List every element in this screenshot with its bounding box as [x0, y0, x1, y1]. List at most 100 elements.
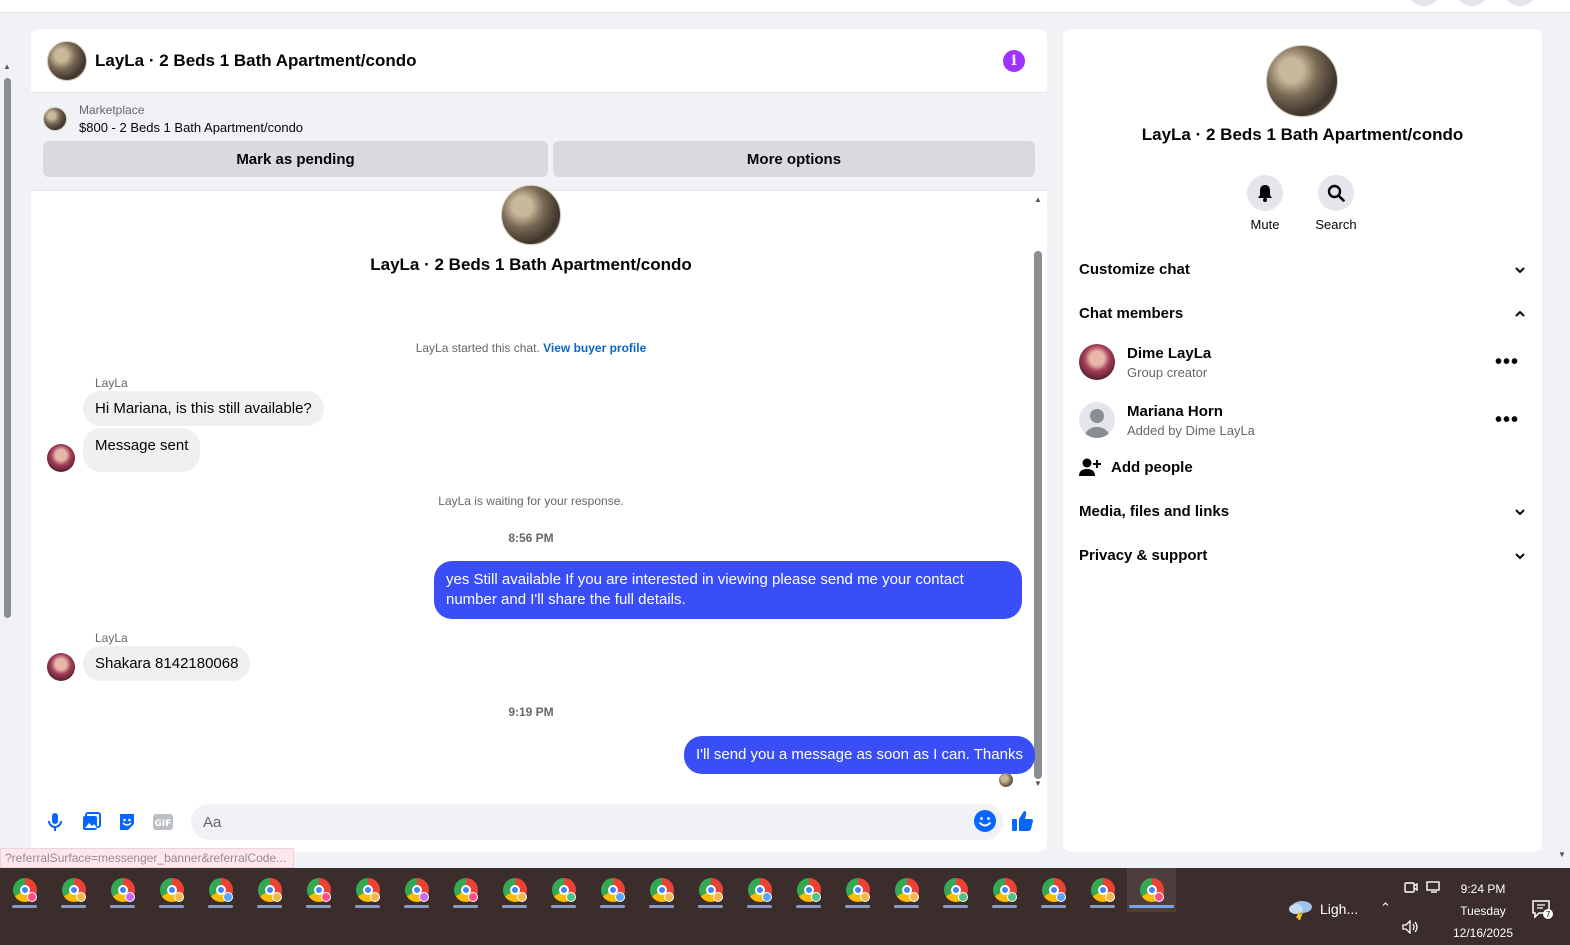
taskbar-chrome-window[interactable]: [980, 868, 1029, 912]
thumbs-up-icon[interactable]: [1011, 809, 1037, 835]
profile-badge-icon: [125, 892, 135, 902]
mark-pending-button[interactable]: Mark as pending: [43, 141, 548, 177]
taskbar-chrome-window[interactable]: [931, 868, 980, 912]
notification-icon[interactable]: 7: [1532, 900, 1554, 919]
chat-panel: LayLa · 2 Beds 1 Bath Apartment/condo i …: [31, 29, 1047, 852]
member-avatar: [1079, 344, 1115, 380]
taskbar: Ligh... ⌃ 9:24 PM Tuesday 12/16/2025 7: [0, 868, 1570, 945]
taskbar-chrome-window[interactable]: [147, 868, 196, 912]
customize-chat-section[interactable]: Customize chat: [1079, 261, 1527, 278]
member-role: Added by Dime LayLa: [1127, 422, 1255, 438]
search-icon[interactable]: [1318, 175, 1354, 211]
more-icon[interactable]: •••: [1495, 351, 1519, 374]
microphone-icon[interactable]: [43, 810, 67, 834]
incoming-message[interactable]: Hi Mariana, is this still available?: [83, 391, 324, 426]
conversation-avatar[interactable]: [501, 185, 561, 245]
top-button-icon[interactable]: [1458, 0, 1486, 6]
taskbar-chrome-window[interactable]: [245, 868, 294, 912]
running-indicator: [257, 905, 282, 908]
listing-thumbnail[interactable]: [47, 40, 87, 81]
add-people-button[interactable]: Add people: [1079, 457, 1193, 477]
mute-button[interactable]: Mute: [1235, 175, 1295, 232]
scroll-down-icon[interactable]: ▼: [1034, 779, 1042, 788]
network-icon[interactable]: [1426, 880, 1442, 897]
media-section[interactable]: Media, files and links: [1079, 503, 1527, 520]
profile-badge-icon: [174, 892, 184, 902]
timestamp: 8:56 PM: [508, 531, 554, 545]
sender-avatar[interactable]: [47, 444, 75, 472]
member-row[interactable]: Dime LayLa Group creator •••: [1079, 344, 1527, 380]
member-row[interactable]: Mariana Horn Added by Dime LayLa •••: [1079, 402, 1527, 438]
taskbar-chrome-window[interactable]: [1029, 868, 1078, 912]
bell-icon[interactable]: [1247, 175, 1283, 211]
profile-badge-icon: [1007, 892, 1017, 902]
scroll-thumb[interactable]: [1034, 251, 1042, 779]
member-name: Mariana Horn: [1127, 402, 1223, 420]
incoming-message[interactable]: Shakara 8142180068: [83, 646, 251, 681]
taskbar-chrome-window[interactable]: [490, 868, 539, 912]
marketplace-item: $800 - 2 Beds 1 Bath Apartment/condo: [79, 120, 304, 135]
top-button-icon[interactable]: [1410, 0, 1438, 6]
marketplace-listing[interactable]: Marketplace $800 - 2 Beds 1 Bath Apartme…: [43, 103, 1035, 135]
message-thread: ▲ ▼ LayLa · 2 Beds 1 Bath Apartment/cond…: [31, 185, 1047, 797]
outgoing-message[interactable]: I'll send you a message as soon as I can…: [684, 736, 1035, 774]
outgoing-message[interactable]: yes Still available If you are intereste…: [434, 561, 1022, 619]
taskbar-chrome-window[interactable]: [196, 868, 245, 912]
media-label: Media, files and links: [1079, 503, 1230, 520]
taskbar-chrome-window[interactable]: [343, 868, 392, 912]
marketplace-label: Marketplace: [79, 103, 145, 117]
meet-icon[interactable]: [1404, 880, 1418, 897]
gif-icon[interactable]: GIF: [151, 810, 175, 834]
info-icon[interactable]: i: [1003, 49, 1025, 72]
taskbar-chrome-window[interactable]: [882, 868, 931, 912]
details-avatar[interactable]: [1266, 45, 1338, 117]
taskbar-chrome-window[interactable]: [539, 868, 588, 912]
timestamp: 9:19 PM: [508, 705, 554, 719]
taskbar-chrome-window[interactable]: [1127, 868, 1176, 912]
more-options-button[interactable]: More options: [553, 141, 1035, 177]
account-avatar[interactable]: [1506, 0, 1534, 6]
scroll-down-icon[interactable]: ▼: [1558, 850, 1566, 859]
default-avatar-icon: [1079, 402, 1115, 438]
more-icon[interactable]: •••: [1495, 409, 1519, 432]
scroll-up-icon[interactable]: ▲: [1034, 195, 1042, 204]
taskbar-chrome-window[interactable]: [1078, 868, 1127, 912]
taskbar-chrome-window[interactable]: [49, 868, 98, 912]
customize-chat-label: Customize chat: [1079, 261, 1190, 278]
emoji-icon[interactable]: [973, 809, 997, 833]
page-scrollbar[interactable]: ▲: [2, 62, 12, 622]
taskbar-chrome-window[interactable]: [637, 868, 686, 912]
message-input[interactable]: [191, 804, 1003, 840]
conversation-name: LayLa · 2 Beds 1 Bath Apartment/condo: [370, 255, 692, 274]
privacy-section[interactable]: Privacy & support: [1079, 547, 1527, 564]
volume-icon[interactable]: [1402, 919, 1420, 937]
chat-title[interactable]: LayLa · 2 Beds 1 Bath Apartment/condo: [95, 51, 416, 71]
system-clock[interactable]: 9:24 PM Tuesday 12/16/2025: [1446, 878, 1520, 944]
taskbar-chrome-window[interactable]: [784, 868, 833, 912]
sticker-icon[interactable]: [115, 810, 139, 834]
scroll-thumb[interactable]: [4, 78, 11, 618]
chevron-up-icon[interactable]: ⌃: [1380, 900, 1391, 916]
taskbar-chrome-window[interactable]: [686, 868, 735, 912]
thread-scrollbar[interactable]: ▲ ▼: [1033, 195, 1043, 788]
weather-widget[interactable]: Ligh...: [1288, 898, 1358, 920]
taskbar-chrome-window[interactable]: [98, 868, 147, 912]
photo-icon[interactable]: [79, 810, 103, 834]
weather-icon: [1289, 901, 1312, 920]
taskbar-chrome-window[interactable]: [588, 868, 637, 912]
taskbar-chrome-window[interactable]: [441, 868, 490, 912]
taskbar-chrome-window[interactable]: [392, 868, 441, 912]
view-buyer-profile-link[interactable]: View buyer profile: [543, 341, 646, 355]
taskbar-chrome-window[interactable]: [0, 868, 49, 912]
profile-badge-icon: [566, 892, 576, 902]
search-button[interactable]: Search: [1306, 175, 1366, 232]
taskbar-chrome-window[interactable]: [833, 868, 882, 912]
taskbar-chrome-window[interactable]: [735, 868, 784, 912]
taskbar-chrome-window[interactable]: [294, 868, 343, 912]
status-url: ?referralSurface=messenger_banner&referr…: [0, 848, 294, 868]
scroll-up-icon[interactable]: ▲: [3, 62, 11, 71]
chat-members-section[interactable]: Chat members: [1079, 305, 1527, 322]
mute-label: Mute: [1250, 217, 1280, 232]
sender-avatar[interactable]: [47, 653, 75, 681]
incoming-message[interactable]: Message sent: [83, 428, 201, 472]
